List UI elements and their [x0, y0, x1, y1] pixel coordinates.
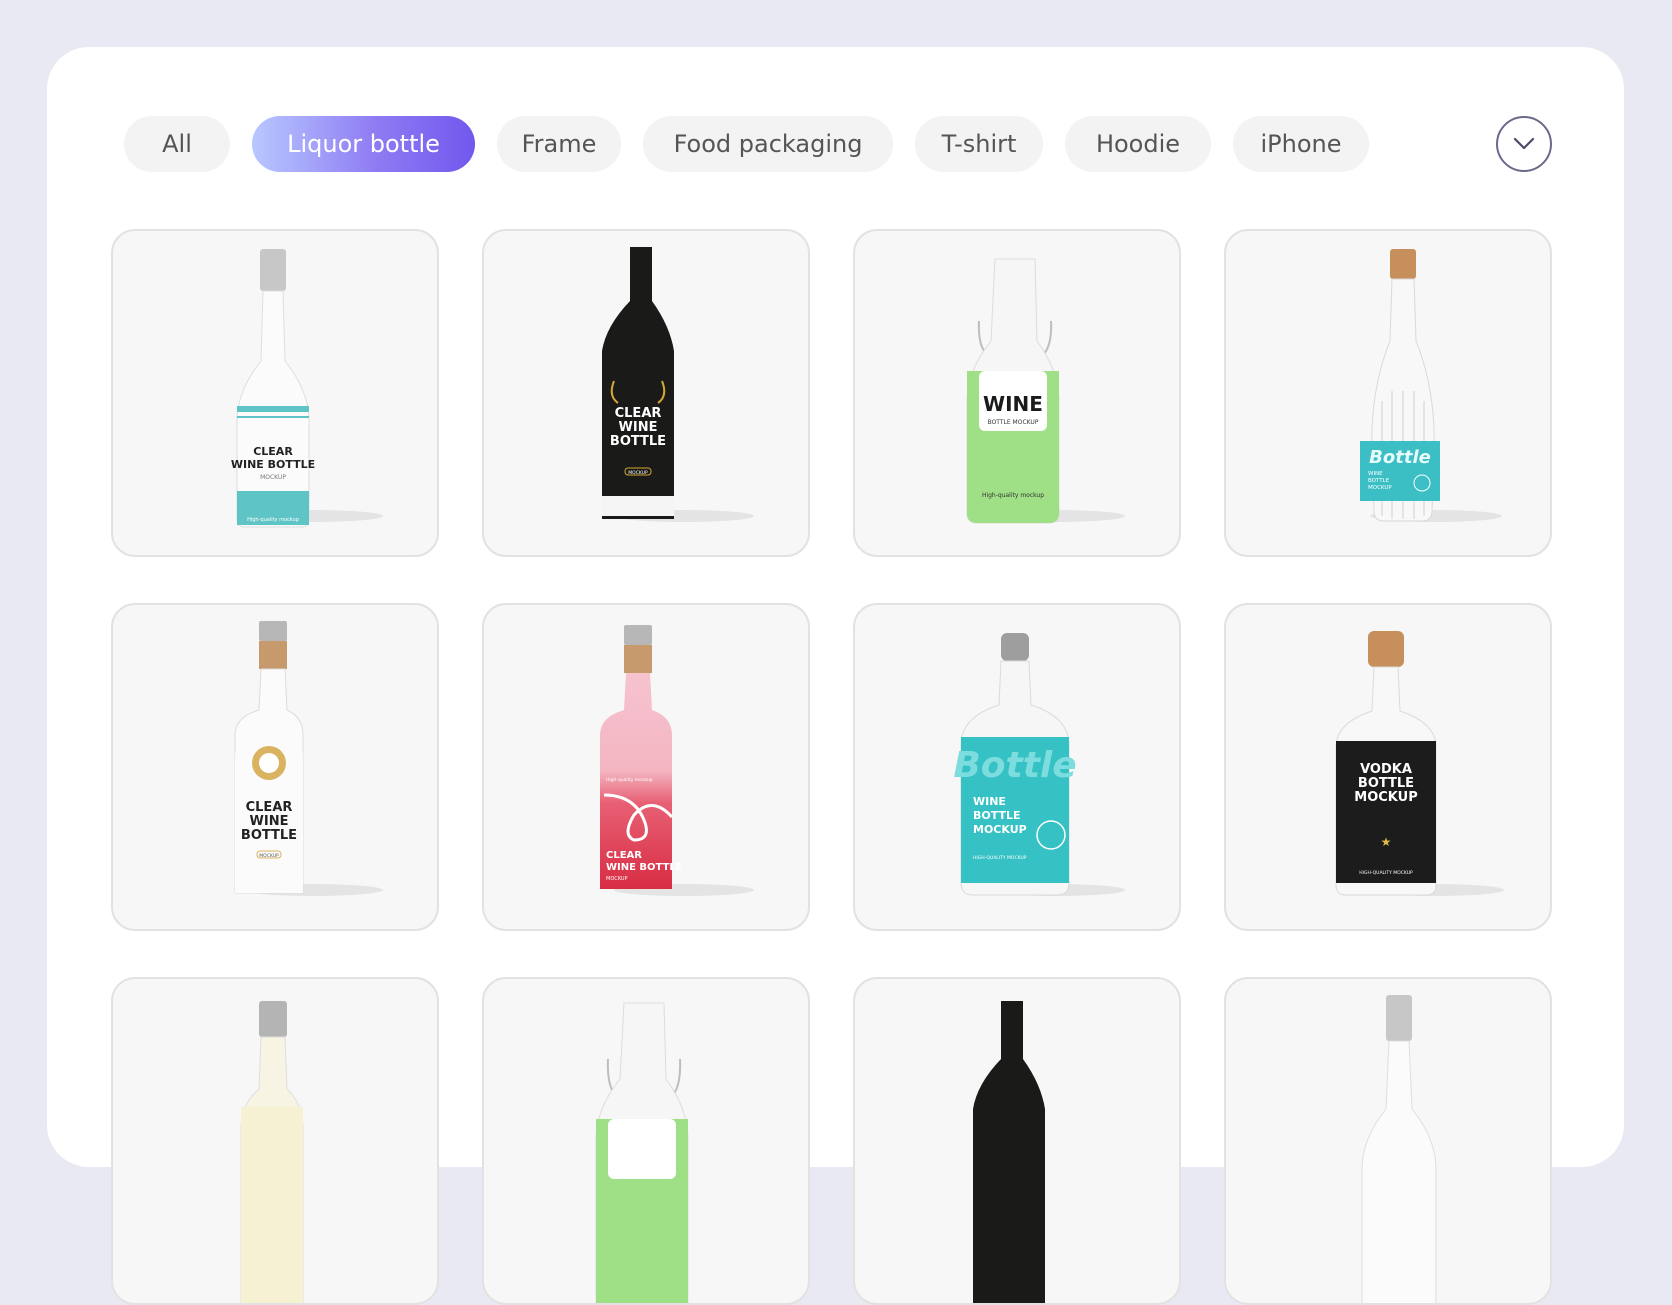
card-clear-wine-bottle-teal[interactable]: CLEAR WINE BOTTLE MOCKUP High-quality mo…	[111, 229, 439, 557]
card-vodka-bottle[interactable]: VODKA BOTTLE MOCKUP ★ HIGH-QUALITY MOCKU…	[1224, 603, 1552, 931]
bottle-label-line: BOTTLE	[241, 828, 297, 843]
bottle-tagline: High-quality mockup	[247, 517, 299, 523]
bottle-label-line: BOTTLE	[1358, 776, 1414, 791]
card-clear-wine-bottle-cork[interactable]: CLEAR WINE BOTTLE MOCKUP	[111, 603, 439, 931]
card-clear-bottle-2[interactable]	[1224, 977, 1552, 1305]
bottle-label-line: WINE	[619, 420, 658, 435]
chevron-down-icon	[1513, 137, 1535, 150]
bottle-tagline: HIGH-QUALITY MOCKUP	[1359, 870, 1413, 876]
bottle-image: CLEAR WINE BOTTLE MOCKUP	[234, 621, 383, 896]
bottle-label-line: CLEAR	[615, 406, 662, 421]
bottle-image	[595, 1002, 689, 1303]
bottle-label-line: MOCKUP	[973, 823, 1027, 836]
card-dark-wine-bottle[interactable]: CLEAR WINE BOTTLE MOCKUP	[482, 229, 810, 557]
bottle-label-line: BOTTLE MOCKUP	[988, 419, 1039, 426]
bottle-label-line: WINE	[1368, 471, 1383, 477]
bottle-image: VODKA BOTTLE MOCKUP ★ HIGH-QUALITY MOCKU…	[1335, 631, 1504, 896]
bottle-label-line: MOCKUP	[1354, 790, 1417, 805]
bottle-label-line: CLEAR	[253, 445, 293, 458]
bottle-image: Bottle WINE BOTTLE MOCKUP HIGH-QUALITY M…	[953, 633, 1125, 896]
card-swing-top-bottle[interactable]	[482, 977, 810, 1305]
filter-chip-frame[interactable]: Frame	[497, 116, 621, 172]
bottle-tagline: High-quality mockup	[982, 492, 1044, 499]
bottle-label-line: MOCKUP	[1368, 485, 1392, 491]
bottle-image	[973, 1001, 1045, 1303]
bottle-label-line: WINE	[973, 795, 1006, 808]
bottle-label-line: WINE	[250, 814, 289, 829]
filter-chip-liquor-bottle[interactable]: Liquor bottle	[252, 116, 475, 172]
mockup-grid: CLEAR WINE BOTTLE MOCKUP High-quality mo…	[111, 229, 1554, 1305]
filter-chip-iphone[interactable]: iPhone	[1233, 116, 1369, 172]
bottle-label-line: VODKA	[1360, 762, 1412, 777]
bottle-label-line: BOTTLE	[1368, 478, 1390, 484]
bottle-image: CLEAR WINE BOTTLE MOCKUP	[602, 247, 754, 522]
bottle-label-line: MOCKUP	[606, 876, 628, 882]
bottle-label-line: WINE BOTTLE	[231, 458, 315, 471]
filter-chip-all[interactable]: All	[124, 116, 230, 172]
card-ribbed-bottle[interactable]: Bottle WINE BOTTLE MOCKUP	[1224, 229, 1552, 557]
card-dark-bottle-2[interactable]	[853, 977, 1181, 1305]
bottle-tagline: High-quality mockup	[606, 777, 653, 783]
bottle-image	[1361, 995, 1437, 1303]
filter-chip-food-packaging[interactable]: Food packaging	[643, 116, 893, 172]
bottle-tagline: HIGH-QUALITY MOCKUP	[973, 855, 1027, 861]
bottle-image: WINE BOTTLE MOCKUP High-quality mockup	[966, 258, 1125, 524]
bottle-label-line: MOCKUP	[260, 474, 286, 481]
filter-chip-t-shirt[interactable]: T-shirt	[915, 116, 1043, 172]
bottle-label-line: BOTTLE	[610, 434, 666, 449]
bottle-label-line: Bottle	[953, 745, 1076, 786]
bottle-label-line: WINE BOTTLE	[606, 862, 683, 873]
more-categories-button[interactable]	[1496, 116, 1552, 172]
bottle-label-line: Bottle	[1369, 447, 1431, 468]
card-yellow-bottle[interactable]	[111, 977, 439, 1305]
card-pink-wine-bottle[interactable]: CLEAR WINE BOTTLE MOCKUP High-quality mo…	[482, 603, 810, 931]
bottle-image: CLEAR WINE BOTTLE MOCKUP High-quality mo…	[600, 625, 754, 896]
card-teal-bottle[interactable]: Bottle WINE BOTTLE MOCKUP HIGH-QUALITY M…	[853, 603, 1181, 931]
star-emblem-icon: ★	[1381, 835, 1392, 849]
card-green-wine-bottle[interactable]: WINE BOTTLE MOCKUP High-quality mockup	[853, 229, 1181, 557]
filter-chip-hoodie[interactable]: Hoodie	[1065, 116, 1211, 172]
bottle-tagline: MOCKUP	[259, 853, 279, 859]
bottle-label-line: BOTTLE	[973, 809, 1021, 822]
category-filter-bar: All Liquor bottle Frame Food packaging T…	[124, 116, 1369, 172]
bottle-label-line: CLEAR	[606, 850, 642, 861]
bottle-image	[240, 1001, 304, 1303]
bottle-image: Bottle WINE BOTTLE MOCKUP	[1360, 249, 1502, 522]
bottle-label-line: WINE	[983, 392, 1043, 416]
bottle-tagline: MOCKUP	[628, 470, 648, 476]
bottle-image: CLEAR WINE BOTTLE MOCKUP High-quality mo…	[231, 249, 383, 528]
bottle-label-line: CLEAR	[246, 800, 293, 815]
